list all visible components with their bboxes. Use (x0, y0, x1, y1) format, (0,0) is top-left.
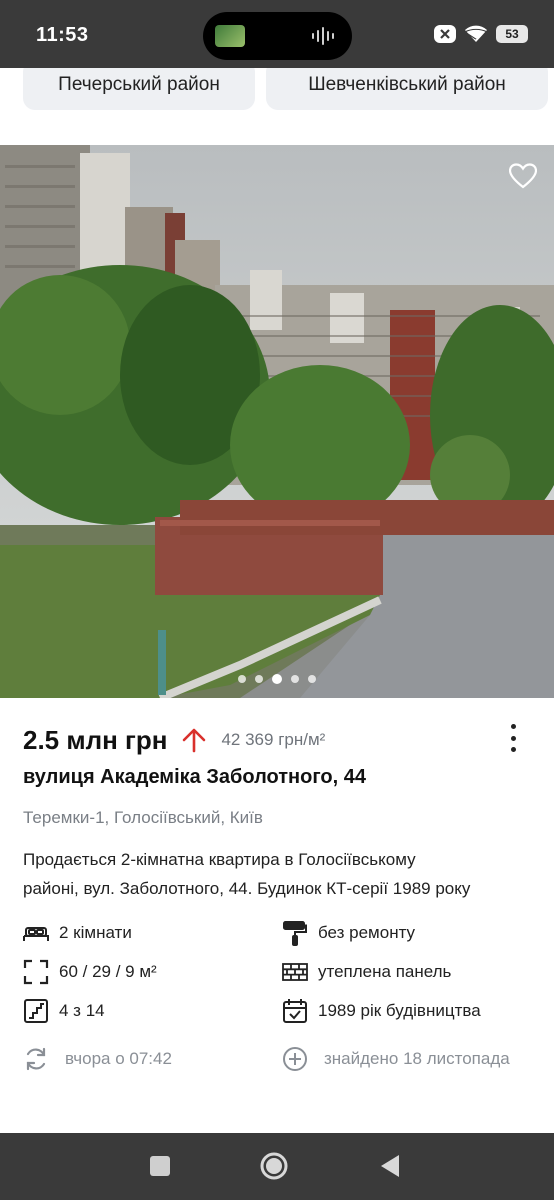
gallery-dot[interactable] (308, 675, 316, 683)
media-thumbnail (215, 25, 245, 47)
area-frame-icon (23, 959, 49, 985)
refresh-icon (26, 1047, 46, 1071)
updated-info: вчора о 07:42 (23, 1046, 172, 1072)
stairs-icon (24, 999, 48, 1023)
found-text: знайдено 18 листопада (324, 1049, 510, 1068)
district-chips: Печерський район Шевченківський район (0, 68, 554, 112)
listing-area: Теремки-1, Голосіївський, Київ (23, 808, 263, 827)
status-icons: 53 (434, 22, 528, 46)
circle-icon (260, 1152, 288, 1180)
feature-year-text: 1989 рік будівництва (318, 1001, 481, 1020)
feature-year: 1989 рік будівництва (282, 998, 481, 1024)
bed-icon (23, 927, 49, 941)
feature-repair: без ремонту (282, 920, 415, 946)
battery-indicator: 53 (496, 25, 528, 43)
price-per-m2: 42 369 грн/м² (221, 730, 326, 749)
plus-circle-icon (283, 1047, 307, 1071)
feature-repair-text: без ремонту (318, 923, 416, 942)
found-info: знайдено 18 листопада (282, 1046, 510, 1072)
gallery-dot[interactable] (291, 675, 299, 683)
status-time: 11:53 (36, 24, 89, 46)
triangle-back-icon (381, 1155, 399, 1177)
listing-description: Продається 2-кімнатна квартира в Голосії… (23, 845, 533, 903)
feature-floor-text: 4 з 14 (59, 1001, 105, 1020)
recent-apps-button[interactable] (145, 1151, 175, 1181)
square-icon (150, 1156, 170, 1176)
calendar-check-icon (283, 999, 307, 1023)
favorite-heart-icon[interactable] (509, 163, 537, 189)
gallery-dot[interactable] (272, 674, 282, 684)
status-bar: 11:53 53 (0, 0, 554, 68)
gallery-dot[interactable] (238, 675, 246, 683)
chip-shevchenko-district[interactable]: Шевченківський район (266, 68, 548, 110)
back-button[interactable] (375, 1151, 405, 1181)
arrow-up-icon (183, 728, 206, 753)
feature-size-text: 60 / 29 / 9 м² (59, 962, 157, 981)
system-navigation-bar (0, 1133, 554, 1200)
notification-close-icon (434, 25, 456, 43)
brick-wall-icon (282, 963, 308, 981)
feature-wall: утеплена панель (282, 959, 451, 985)
price: 2.5 млн грн (23, 724, 168, 755)
gallery-indicator (0, 674, 554, 684)
more-options-icon[interactable] (508, 724, 518, 752)
gallery-dot[interactable] (255, 675, 263, 683)
feature-floor: 4 з 14 (23, 998, 105, 1024)
listing-photo[interactable] (0, 145, 554, 698)
paint-roller-icon (283, 921, 307, 946)
audio-wave-icon (312, 27, 334, 45)
feature-rooms-text: 2 кімнати (59, 923, 132, 942)
updated-text: вчора о 07:42 (65, 1049, 172, 1068)
price-row: 2.5 млн грн 42 369 грн/м² (23, 720, 325, 760)
feature-rooms: 2 кімнати (23, 920, 132, 946)
dynamic-island[interactable] (203, 12, 352, 60)
description-line-1: Продається 2-кімнатна квартира в Голосії… (23, 850, 416, 869)
photo-scene (0, 145, 554, 698)
feature-wall-text: утеплена панель (318, 962, 452, 981)
description-line-2: районі, вул. Заболотного, 44. Будинок КТ… (23, 879, 471, 898)
listing-address[interactable]: вулиця Академіка Заболотного, 44 (23, 766, 366, 789)
wifi-icon (464, 25, 488, 43)
chip-pechersk-district[interactable]: Печерський район (23, 68, 255, 110)
feature-size: 60 / 29 / 9 м² (23, 959, 157, 985)
home-button[interactable] (259, 1151, 289, 1181)
